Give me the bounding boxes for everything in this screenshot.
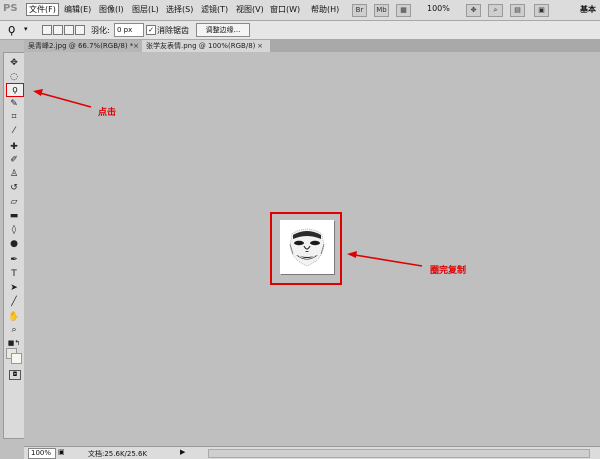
arrow-to-lasso-line bbox=[39, 92, 92, 108]
status-bar: 100% ▣ 文档:25.6K/25.6K ▶ bbox=[24, 446, 600, 459]
arrow-to-document-line bbox=[354, 254, 423, 267]
annotation-copy: 圈完复制 bbox=[430, 266, 467, 276]
status-zoom-field[interactable]: 100% bbox=[28, 448, 56, 459]
annotation-arrows bbox=[33, 89, 423, 267]
arrow-to-lasso-head bbox=[33, 89, 43, 96]
status-menu-arrow-icon[interactable]: ▶ bbox=[180, 448, 185, 456]
arrow-to-document-head bbox=[347, 251, 357, 258]
annotation-click: 点击 bbox=[98, 108, 117, 118]
status-info-icon[interactable]: ▣ bbox=[58, 448, 65, 456]
horizontal-scrollbar[interactable] bbox=[208, 449, 590, 458]
